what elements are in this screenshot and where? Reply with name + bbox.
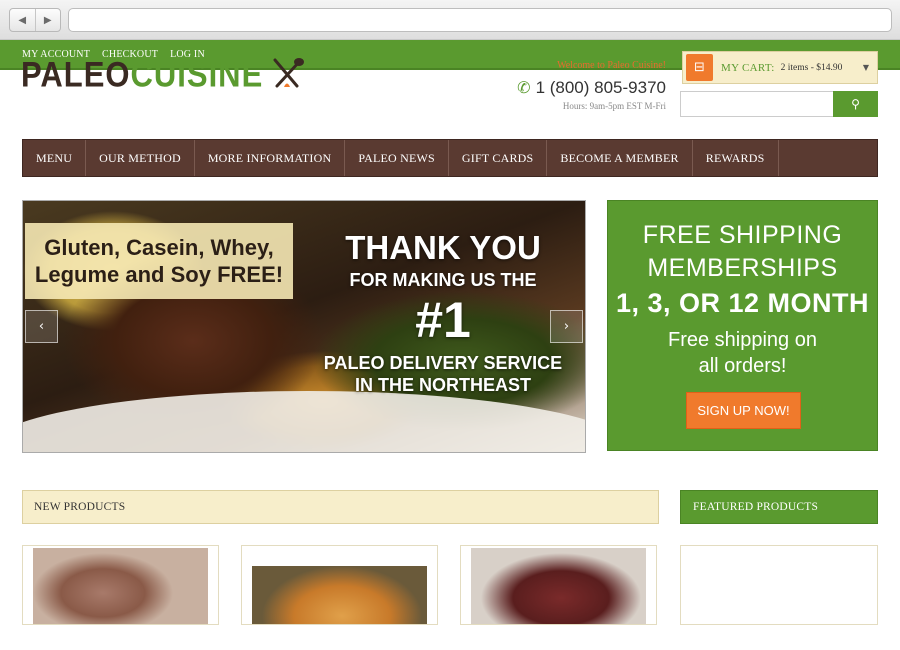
forward-arrow-icon[interactable]: ▶ — [34, 9, 61, 31]
promo-line-5: all orders! — [698, 355, 787, 377]
search-input[interactable] — [680, 91, 833, 117]
nav-paleo-news[interactable]: PALEO NEWS — [345, 140, 449, 176]
badge-line-1: Gluten, Casein, Whey, — [44, 234, 274, 260]
address-bar[interactable] — [68, 8, 892, 32]
search-icon: ⚲ — [851, 97, 860, 111]
search-button[interactable]: ⚲ — [833, 91, 878, 117]
product-card[interactable] — [22, 545, 219, 625]
nav-rewards[interactable]: REWARDS — [693, 140, 779, 176]
chevron-down-icon: ▼ — [862, 63, 869, 72]
cart-summary: 2 items - $14.90 — [780, 62, 843, 73]
product-image[interactable] — [471, 548, 646, 624]
logo-wordmark: PALEOCUISINE — [21, 53, 264, 95]
cart-dropdown[interactable]: ⊟ MY CART: 2 items - $14.90 ▼ — [682, 51, 878, 84]
browser-nav-buttons: ◀ ▶ — [9, 8, 61, 32]
product-card[interactable] — [241, 545, 438, 625]
slider-next-button[interactable]: › — [550, 310, 583, 343]
welcome-text: Welcome to Paleo Cuisine! — [557, 60, 666, 71]
hero-food-image — [23, 391, 585, 452]
back-arrow-icon[interactable]: ◀ — [10, 9, 35, 31]
main-navigation: MENU OUR METHOD MORE INFORMATION PALEO N… — [22, 139, 878, 177]
business-hours: Hours: 9am-5pm EST M-Fri — [562, 101, 666, 111]
phone-number: ✆ 1 (800) 805-9370 — [517, 78, 666, 98]
product-card[interactable] — [460, 545, 657, 625]
hero-number: #1 — [415, 292, 471, 348]
product-image[interactable] — [252, 566, 427, 624]
shipping-promo: FREE SHIPPING MEMBERSHIPS 1, 3, OR 12 MO… — [607, 200, 878, 451]
phone-icon: ✆ — [517, 80, 531, 97]
featured-product-card[interactable] — [680, 545, 878, 625]
hero-service-line-1: PALEO DELIVERY SERVICE — [323, 353, 563, 373]
crossed-utensils-icon — [273, 58, 305, 88]
chevron-left-icon: ‹ — [38, 319, 45, 334]
badge-line-2: Legume and Soy FREE! — [34, 262, 284, 287]
hero-service-line-2: IN THE NORTHEAST — [354, 374, 531, 395]
search-form: ⚲ — [680, 91, 878, 117]
logo-part2: CUISINE — [130, 53, 264, 95]
browser-toolbar: ◀ ▶ — [0, 0, 900, 40]
new-products-header: NEW PRODUCTS — [22, 490, 659, 524]
nav-become-a-member[interactable]: BECOME A MEMBER — [547, 140, 693, 176]
featured-products-header: FEATURED PRODUCTS — [680, 490, 878, 524]
nav-menu[interactable]: MENU — [23, 140, 87, 176]
nav-more-information[interactable]: MORE INFORMATION — [195, 140, 346, 176]
promo-line-2: MEMBERSHIPS — [647, 253, 838, 282]
nav-gift-cards[interactable]: GIFT CARDS — [449, 140, 548, 176]
allergen-free-badge: Gluten, Casein, Whey, Legume and Soy FRE… — [25, 223, 293, 299]
promo-line-4: Free shipping on — [668, 329, 817, 351]
hero-slider[interactable]: Gluten, Casein, Whey, Legume and Soy FRE… — [22, 200, 586, 453]
phone-text: 1 (800) 805-9370 — [535, 78, 666, 97]
basket-icon: ⊟ — [686, 54, 713, 81]
chevron-right-icon: › — [563, 319, 570, 334]
hero-thanks: THANK YOU — [345, 229, 541, 266]
promo-durations: 1, 3, OR 12 MONTH — [615, 288, 870, 318]
logo-part1: PALEO — [21, 53, 131, 95]
promo-heading: FREE SHIPPING MEMBERSHIPS — [608, 219, 877, 284]
cart-label: MY CART: — [721, 61, 775, 74]
promo-line-1: FREE SHIPPING — [642, 221, 843, 249]
site-logo[interactable]: PALEOCUISINE — [21, 56, 305, 92]
hero-headline: THANK YOU FOR MAKING US THE #1 PALEO DEL… — [313, 231, 573, 396]
slider-prev-button[interactable]: ‹ — [25, 310, 58, 343]
nav-our-method[interactable]: OUR METHOD — [86, 140, 195, 176]
product-image[interactable] — [33, 548, 208, 624]
hero-making: FOR MAKING US THE — [349, 270, 537, 290]
sign-up-button[interactable]: SIGN UP NOW! — [686, 392, 801, 429]
hero-service: PALEO DELIVERY SERVICE IN THE NORTHEAST — [313, 353, 573, 396]
promo-subtext: Free shipping on all orders! — [608, 327, 877, 379]
